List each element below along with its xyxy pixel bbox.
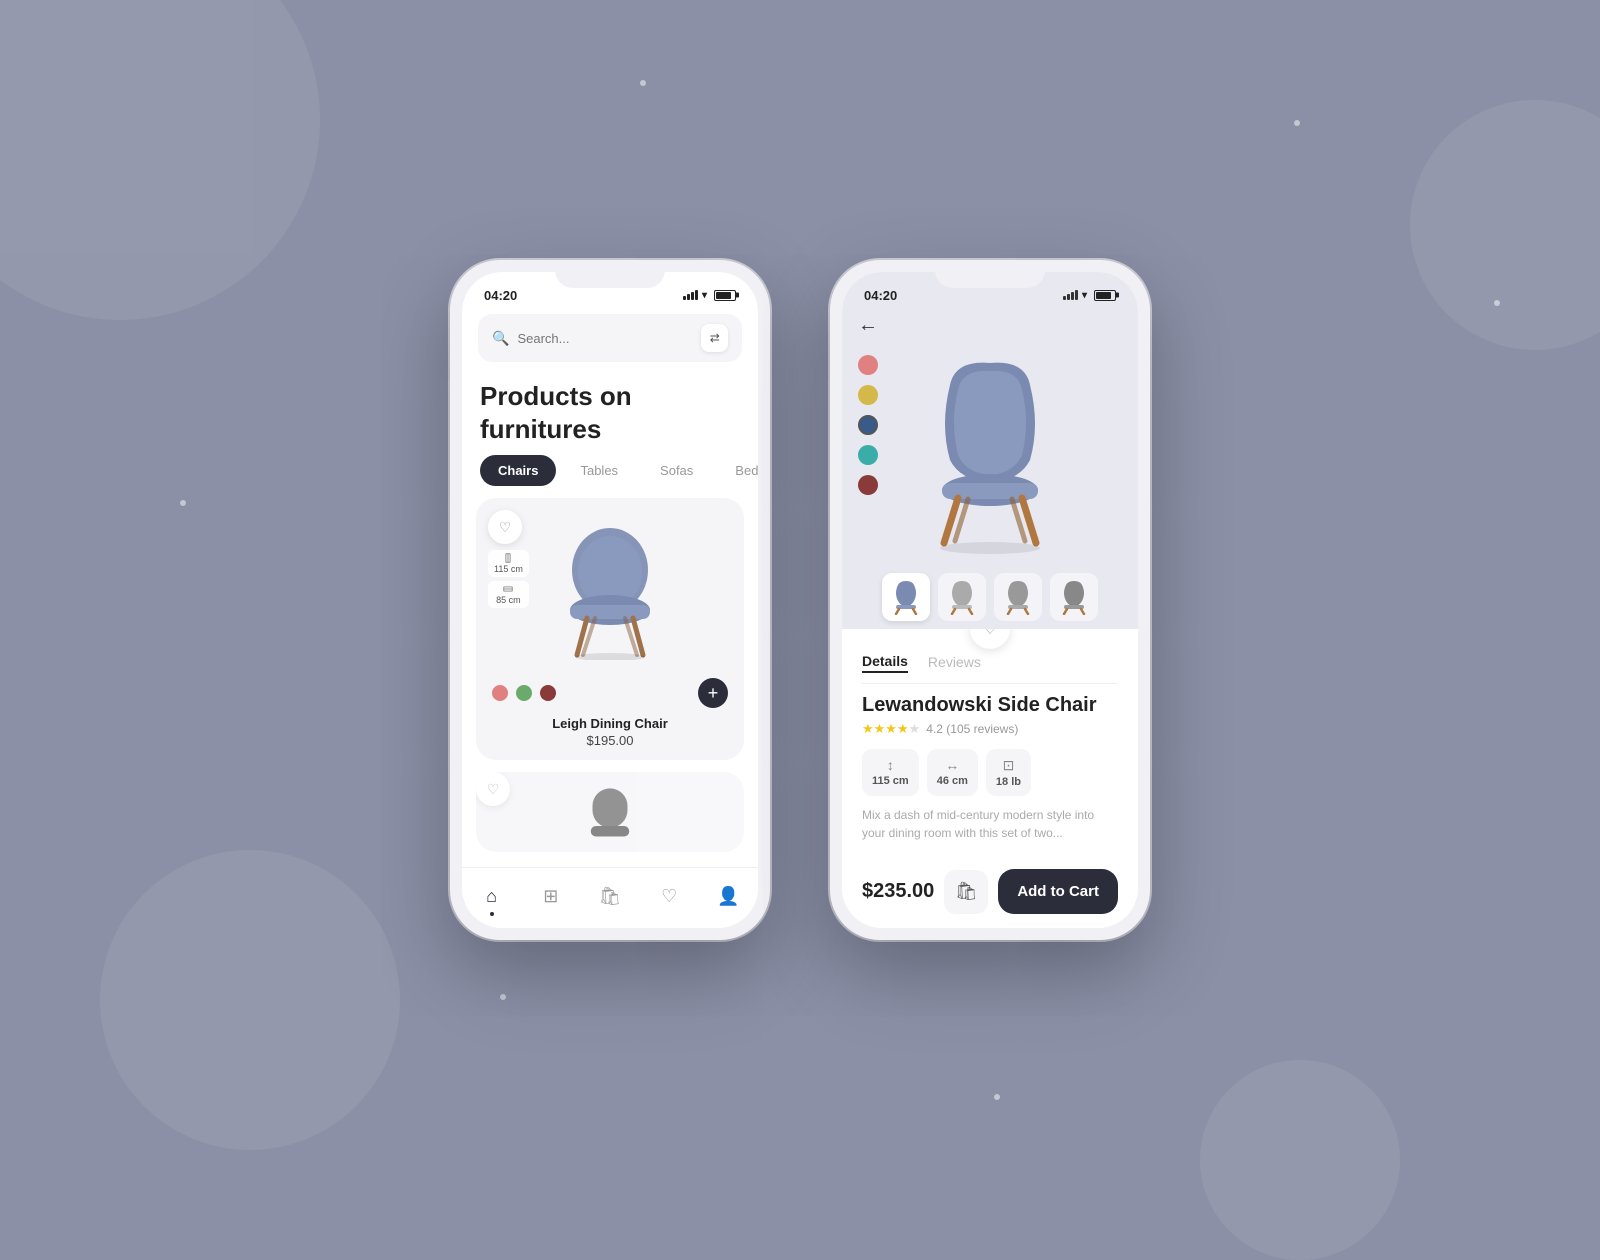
size-tags-1: 115 cm 85 cm bbox=[488, 550, 529, 608]
search-icon: 🔍 bbox=[492, 330, 509, 347]
weight-icon: ⊡ bbox=[1003, 757, 1015, 774]
signal-icon-1 bbox=[683, 290, 698, 300]
nav-bag[interactable]: 🛍 bbox=[590, 878, 630, 914]
phone-1-inner: 04:20 ▾ 🔍 bbox=[462, 272, 758, 928]
cart-bar: $235.00 🛍 Add to Cart bbox=[862, 857, 1118, 928]
product-card-2: ♡ bbox=[476, 772, 744, 852]
tab-beds[interactable]: Beds bbox=[717, 455, 758, 486]
signal-icon-2 bbox=[1063, 290, 1078, 300]
decorative-dot bbox=[1494, 300, 1500, 306]
notch-2 bbox=[935, 260, 1045, 288]
phone-2-inner: 04:20 ▾ ← bbox=[842, 272, 1138, 928]
thumb-1[interactable] bbox=[882, 573, 930, 621]
width-icon: ↔ bbox=[945, 757, 959, 773]
bg-decoration-2 bbox=[100, 850, 400, 1150]
product-detail-price: $235.00 bbox=[862, 880, 934, 903]
filter-icon[interactable]: ⇄ bbox=[701, 324, 728, 352]
wifi-icon-2: ▾ bbox=[1082, 290, 1087, 301]
wishlist-button-1[interactable]: ♡ bbox=[488, 510, 522, 544]
decorative-dot bbox=[640, 80, 646, 86]
decorative-dot bbox=[994, 1094, 1000, 1100]
size-tag-height: 115 cm bbox=[488, 550, 529, 577]
chair-image-2 bbox=[580, 784, 640, 852]
rating-row: ★★★★★ 4.2 (105 reviews) bbox=[862, 721, 1118, 737]
swatch-teal[interactable] bbox=[858, 445, 878, 465]
rating-text: 4.2 (105 reviews) bbox=[926, 722, 1018, 736]
bg-decoration-4 bbox=[1200, 1060, 1400, 1260]
size-tag-width: 85 cm bbox=[488, 581, 529, 608]
category-tabs: Chairs Tables Sofas Beds bbox=[462, 455, 758, 498]
color-swatches bbox=[858, 355, 878, 495]
bg-decoration-1 bbox=[0, 0, 320, 320]
chair-detail-image bbox=[900, 355, 1080, 555]
detail-header: ← bbox=[842, 308, 1138, 345]
swatch-blue[interactable] bbox=[858, 415, 878, 435]
stars: ★★★★★ bbox=[862, 721, 920, 737]
swatch-pink[interactable] bbox=[858, 355, 878, 375]
search-bar[interactable]: 🔍 ⇄ bbox=[478, 314, 742, 362]
product-price-1: $195.00 bbox=[488, 733, 732, 748]
nav-profile[interactable]: 👤 bbox=[708, 878, 748, 914]
status-icons-1: ▾ bbox=[683, 290, 736, 301]
spec-weight: ⊡ 18 lb bbox=[986, 749, 1031, 796]
phone-2: 04:20 ▾ ← bbox=[830, 260, 1150, 940]
product-card-1: ♡ 115 cm 85 cm bbox=[476, 498, 744, 760]
cart-icon-button[interactable]: 🛍 bbox=[944, 870, 988, 914]
phone-1: 04:20 ▾ 🔍 bbox=[450, 260, 770, 940]
products-list: ♡ 115 cm 85 cm bbox=[462, 498, 758, 867]
status-icons-2: ▾ bbox=[1063, 290, 1116, 301]
status-time-2: 04:20 bbox=[864, 288, 897, 303]
battery-icon-2 bbox=[1094, 290, 1116, 301]
color-green[interactable] bbox=[516, 685, 532, 701]
color-options-1: + bbox=[488, 670, 732, 712]
back-button[interactable]: ← bbox=[858, 314, 878, 337]
wifi-icon-1: ▾ bbox=[702, 290, 707, 301]
color-pink[interactable] bbox=[492, 685, 508, 701]
tab-tables[interactable]: Tables bbox=[562, 455, 636, 486]
tab-sofas[interactable]: Sofas bbox=[642, 455, 711, 486]
thumb-3[interactable] bbox=[994, 573, 1042, 621]
wishlist-button-2[interactable]: ♡ bbox=[476, 772, 510, 806]
decorative-dot bbox=[180, 500, 186, 506]
bottom-nav: ⌂ ⊞ 🛍 ♡ 👤 bbox=[462, 867, 758, 928]
tab-chairs[interactable]: Chairs bbox=[480, 455, 556, 486]
spec-height: ↕ 115 cm bbox=[862, 749, 919, 796]
specs-row: ↕ 115 cm ↔ 46 cm ⊡ 18 lb bbox=[862, 749, 1118, 796]
product-name-1: Leigh Dining Chair bbox=[488, 716, 732, 731]
swatch-darkred[interactable] bbox=[858, 475, 878, 495]
color-darkred[interactable] bbox=[540, 685, 556, 701]
product-image-area-1: ♡ 115 cm 85 cm bbox=[488, 510, 732, 670]
wishlist-float-button[interactable]: ♡ bbox=[970, 629, 1010, 649]
bg-decoration-3 bbox=[1410, 100, 1600, 350]
nav-home[interactable]: ⌂ bbox=[472, 878, 512, 914]
detail-card: ♡ Details Reviews Lewandowski Side Chair… bbox=[842, 629, 1138, 928]
swatch-yellow[interactable] bbox=[858, 385, 878, 405]
thumb-4[interactable] bbox=[1050, 573, 1098, 621]
tab-reviews[interactable]: Reviews bbox=[928, 653, 981, 673]
nav-heart[interactable]: ♡ bbox=[649, 878, 689, 914]
add-button-1[interactable]: + bbox=[698, 678, 728, 708]
decorative-dot bbox=[500, 994, 506, 1000]
notch-1 bbox=[555, 260, 665, 288]
battery-icon-1 bbox=[714, 290, 736, 301]
page-title: Products on furnitures bbox=[462, 362, 758, 455]
add-to-cart-button[interactable]: Add to Cart bbox=[998, 869, 1118, 914]
status-time-1: 04:20 bbox=[484, 288, 517, 303]
search-input[interactable] bbox=[517, 331, 693, 346]
chair-detail-area bbox=[842, 345, 1138, 565]
phones-container: 04:20 ▾ 🔍 bbox=[450, 260, 1150, 940]
nav-grid[interactable]: ⊞ bbox=[531, 878, 571, 914]
chair-image-1 bbox=[545, 520, 675, 660]
thumb-2[interactable] bbox=[938, 573, 986, 621]
product-detail-name: Lewandowski Side Chair bbox=[862, 694, 1118, 717]
spec-width: ↔ 46 cm bbox=[927, 749, 978, 796]
detail-tabs: Details Reviews bbox=[862, 653, 1118, 684]
tab-details[interactable]: Details bbox=[862, 653, 908, 673]
thumbnail-strip bbox=[842, 565, 1138, 629]
product-description: Mix a dash of mid-century modern style i… bbox=[862, 806, 1118, 857]
phone-1-content: 🔍 ⇄ Products on furnitures Chairs Tables… bbox=[462, 308, 758, 928]
height-icon: ↕ bbox=[887, 757, 894, 773]
decorative-dot bbox=[1294, 120, 1300, 126]
